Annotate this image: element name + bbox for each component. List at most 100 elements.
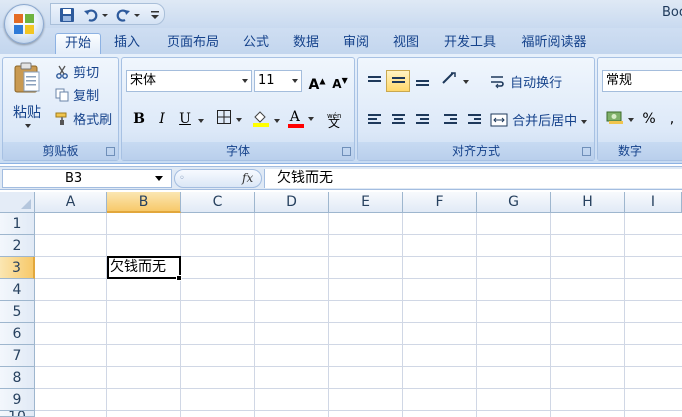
cut-button[interactable]: 剪切 — [55, 62, 100, 81]
column-header-i[interactable]: I — [625, 192, 682, 213]
bottom-align-button[interactable] — [410, 70, 434, 92]
customize-toolbar-icon[interactable] — [149, 7, 165, 23]
shrink-font-button[interactable]: A▼ — [329, 70, 351, 92]
accounting-format-button[interactable] — [604, 108, 636, 130]
paste-button[interactable]: 粘贴 — [9, 62, 45, 142]
middle-align-button[interactable] — [386, 70, 410, 92]
column-header-g[interactable]: G — [477, 192, 551, 213]
wrap-text-icon — [490, 74, 506, 94]
borders-button[interactable] — [212, 108, 246, 130]
fill-color-button[interactable] — [248, 108, 284, 130]
column-header-c[interactable]: C — [181, 192, 255, 213]
align-right-button[interactable] — [410, 108, 434, 130]
row-header-10[interactable]: 10 — [0, 411, 35, 417]
tab-data[interactable]: 数据 — [283, 33, 329, 54]
copy-button[interactable]: 复制 — [55, 85, 99, 104]
merge-center-button[interactable]: 合并后居中 — [490, 110, 588, 130]
worksheet-grid[interactable]: A B C D E F G H I 1 2 3 4 5 6 7 8 9 10 欠… — [0, 192, 682, 417]
alignment-dialog-launcher-icon[interactable] — [582, 147, 591, 156]
window-title: Boo — [662, 5, 682, 20]
paste-dropdown-icon[interactable] — [25, 124, 31, 128]
font-name-combo[interactable]: 宋体 — [126, 70, 252, 92]
number-format-combo[interactable]: 常规 — [602, 70, 682, 92]
row-header-9[interactable]: 9 — [0, 389, 35, 411]
tab-foxit-reader[interactable]: 福昕阅读器 — [511, 33, 597, 54]
bold-button[interactable]: B — [128, 108, 150, 130]
alignment-group: 自动换行 合并后居中 对齐方式 — [357, 57, 595, 161]
tab-page-layout[interactable]: 页面布局 — [157, 33, 229, 54]
fill-bucket-icon — [252, 109, 270, 133]
redo-icon[interactable] — [115, 7, 131, 23]
middle-align-icon — [392, 77, 405, 88]
font-name-value: 宋体 — [130, 73, 157, 88]
column-header-a[interactable]: A — [35, 192, 107, 213]
fill-handle[interactable] — [176, 275, 182, 281]
resize-handle-icon[interactable]: ◦ — [179, 173, 185, 184]
text-orientation-icon — [441, 71, 459, 93]
grow-font-button[interactable]: A▲ — [306, 70, 328, 93]
top-align-button[interactable] — [362, 70, 386, 92]
align-left-button[interactable] — [362, 108, 386, 130]
align-center-button[interactable] — [386, 108, 410, 130]
column-header-d[interactable]: D — [255, 192, 329, 213]
tab-view[interactable]: 视图 — [383, 33, 429, 54]
row-header-1[interactable]: 1 — [0, 213, 35, 235]
active-cell-b3[interactable]: 欠钱而无 — [107, 256, 181, 279]
name-box-dropdown-icon[interactable] — [155, 176, 163, 181]
clipboard-dialog-launcher-icon[interactable] — [106, 147, 115, 156]
redo-dropdown-icon[interactable] — [133, 7, 149, 23]
office-logo-icon — [14, 14, 34, 34]
save-icon[interactable] — [59, 7, 75, 23]
tab-formulas[interactable]: 公式 — [233, 33, 279, 54]
column-header-h[interactable]: H — [551, 192, 625, 213]
tab-review[interactable]: 审阅 — [333, 33, 379, 54]
increase-indent-button[interactable] — [462, 108, 486, 130]
tab-developer[interactable]: 开发工具 — [434, 33, 506, 54]
font-color-button[interactable]: A — [284, 108, 318, 130]
row-header-6[interactable]: 6 — [0, 323, 35, 345]
row-header-4[interactable]: 4 — [0, 279, 35, 301]
font-dialog-launcher-icon[interactable] — [342, 147, 351, 156]
wrap-text-button[interactable]: 自动换行 — [490, 72, 562, 92]
column-header-f[interactable]: F — [403, 192, 477, 213]
select-all-button[interactable] — [0, 192, 35, 213]
shrink-font-icon: A▼ — [332, 76, 348, 91]
column-header-e[interactable]: E — [329, 192, 403, 213]
cut-label: 剪切 — [73, 66, 100, 81]
row-header-8[interactable]: 8 — [0, 367, 35, 389]
column-header-b[interactable]: B — [107, 192, 181, 213]
font-size-combo[interactable]: 11 — [254, 70, 302, 92]
quick-access-toolbar — [50, 3, 165, 25]
orientation-button[interactable] — [438, 70, 472, 92]
format-painter-button[interactable]: 格式刷 — [55, 109, 113, 128]
name-box[interactable]: B3 — [2, 169, 172, 188]
format-painter-label: 格式刷 — [73, 113, 113, 128]
title-bar: Boo — [0, 0, 682, 28]
insert-function-button[interactable]: fx — [242, 171, 253, 185]
undo-icon[interactable] — [83, 7, 99, 23]
formula-input[interactable]: 欠钱而无 — [264, 169, 682, 188]
phonetic-guide-button[interactable]: wén 文 — [318, 108, 352, 130]
gridline — [35, 410, 682, 411]
tab-insert[interactable]: 插入 — [105, 33, 149, 54]
ribbon: 粘贴 剪切 复制 格式刷 剪贴板 宋体 11 A▲ A▼ B I U A wén… — [0, 54, 682, 164]
office-button[interactable] — [4, 4, 44, 44]
font-size-value: 11 — [258, 73, 275, 88]
merge-dropdown-icon[interactable] — [581, 119, 588, 124]
decrease-indent-button[interactable] — [438, 108, 462, 130]
underline-dropdown-icon[interactable] — [196, 108, 206, 130]
gridline — [476, 213, 477, 417]
row-header-7[interactable]: 7 — [0, 345, 35, 367]
underline-button[interactable]: U — [174, 108, 196, 130]
font-size-dropdown-icon[interactable] — [292, 79, 298, 83]
row-header-3[interactable]: 3 — [0, 257, 35, 279]
tab-home[interactable]: 开始 — [55, 33, 101, 54]
row-header-2[interactable]: 2 — [0, 235, 35, 257]
percent-style-button[interactable]: % — [638, 108, 660, 130]
row-header-5[interactable]: 5 — [0, 301, 35, 323]
italic-button[interactable]: I — [151, 108, 173, 130]
comma-style-button[interactable]: , — [662, 108, 682, 130]
font-name-dropdown-icon[interactable] — [242, 79, 248, 83]
phonetic-guide-icon: wén 文 — [327, 112, 342, 130]
clipboard-group-label: 剪贴板 — [3, 142, 118, 160]
